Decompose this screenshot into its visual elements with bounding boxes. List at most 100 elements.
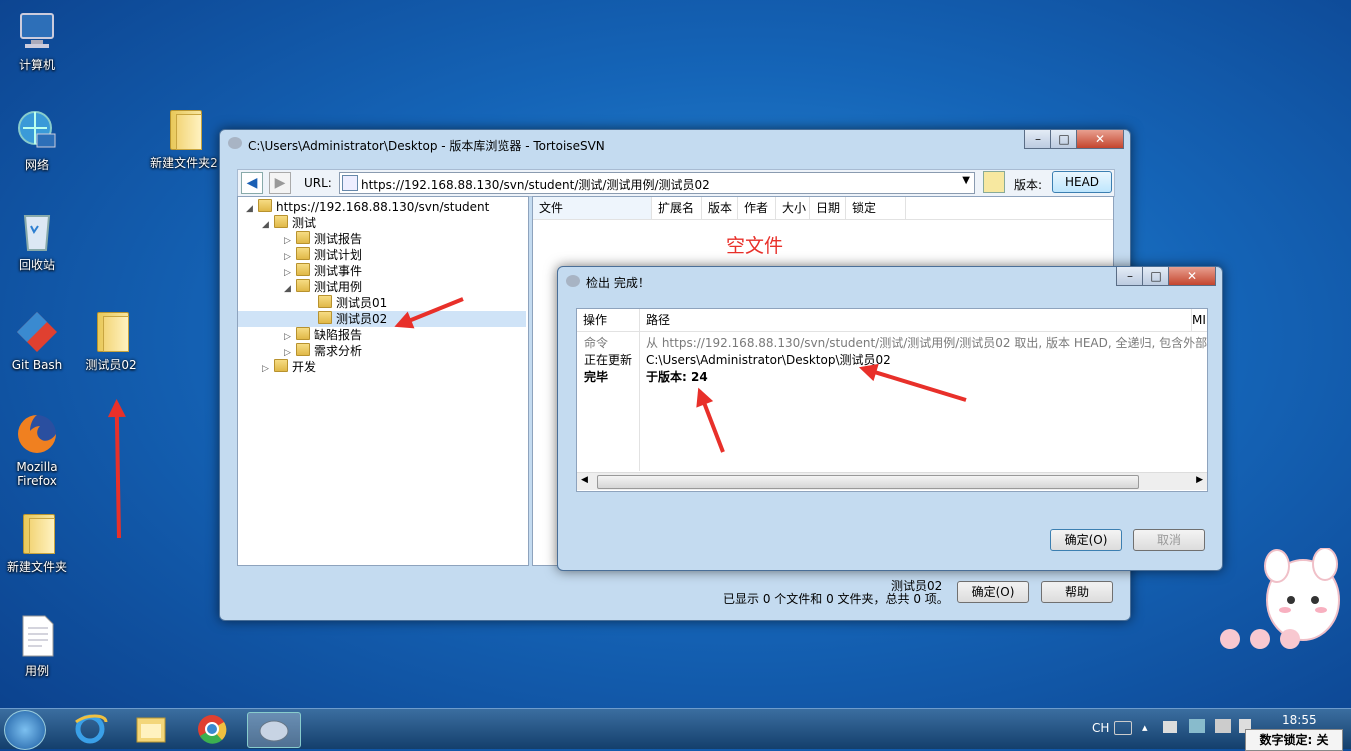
tortoisesvn-taskbar-icon[interactable] [247, 712, 301, 748]
tortoisesvn-icon [228, 137, 242, 149]
tortoisesvn-icon [566, 275, 580, 287]
folder-icon [318, 295, 332, 308]
col-header[interactable]: 扩展名 [652, 197, 702, 219]
forward-icon[interactable]: ▶ [269, 172, 291, 194]
tree-item[interactable]: ▷ 测试事件 [238, 263, 526, 279]
desktop-icon-document[interactable]: 用例 [2, 614, 72, 679]
volume-icon[interactable] [1215, 719, 1231, 733]
folder-icon [93, 310, 129, 352]
log-path: 于版本: 24 [646, 370, 708, 384]
network-status-icon[interactable] [1189, 719, 1205, 733]
tree-item[interactable]: ▷ 测试计划 [238, 247, 526, 263]
tree-item-label: 测试事件 [314, 264, 363, 278]
start-button[interactable] [4, 710, 46, 750]
refresh-icon[interactable] [983, 171, 1005, 193]
status-text: 已显示 0 个文件和 0 文件夹，总共 0 项。 [723, 592, 949, 606]
col-header-action[interactable]: 操作 [577, 309, 640, 331]
col-header[interactable]: 文件 [533, 197, 652, 219]
checkout-titlebar[interactable]: 检出 完成！ – □ ✕ [558, 267, 1222, 295]
col-header[interactable]: 大小 [776, 197, 810, 219]
desktop-icon-new-folder-2[interactable]: 新建文件夹2 [146, 108, 222, 171]
repo-browser-titlebar[interactable]: C:\Users\Administrator\Desktop - 版本库浏览器 … [220, 130, 1130, 158]
col-header[interactable]: 作者 [738, 197, 776, 219]
version-button[interactable]: HEAD [1052, 171, 1112, 193]
desktop-icon-new-folder[interactable]: 新建文件夹 [2, 512, 72, 575]
log-row[interactable]: 命令 从 https://192.168.88.130/svn/student/… [577, 334, 1207, 350]
keyboard-icon[interactable] [1114, 721, 1132, 735]
desktop-icon-git-bash[interactable]: Git Bash [2, 310, 72, 372]
close-button[interactable]: ✕ [1168, 267, 1216, 286]
file-explorer-icon[interactable] [125, 712, 177, 746]
folder-icon [19, 512, 55, 554]
tray-expand-icon[interactable]: ▴ [1142, 721, 1148, 734]
tree-item[interactable]: 测试员02 [238, 311, 526, 327]
tree-item[interactable]: ▷ 需求分析 [238, 343, 526, 359]
tree-item[interactable]: ▷ 开发 [238, 359, 526, 375]
minimize-button[interactable]: – [1116, 267, 1144, 286]
close-button[interactable]: ✕ [1076, 130, 1124, 149]
col-header[interactable]: 锁定 [846, 197, 906, 219]
clock-time[interactable]: 18:55 [1282, 713, 1317, 727]
tree-item[interactable]: ▷ 缺陷报告 [238, 327, 526, 343]
tree-item-label: https://192.168.88.130/svn/student [276, 200, 490, 214]
maximize-button[interactable]: □ [1142, 267, 1170, 286]
desktop-icon-label: 测试员02 [85, 358, 137, 372]
desktop-icon-computer[interactable]: 计算机 [2, 8, 72, 73]
dialog-cancel-button[interactable]: 取消 [1133, 529, 1205, 551]
repo-tree-panel[interactable]: ◢ https://192.168.88.130/svn/student ◢ 测试 ▷ 测… [237, 196, 529, 566]
url-label: URL: [304, 176, 332, 190]
help-button[interactable]: 帮助 [1041, 581, 1113, 603]
folder-icon [274, 215, 288, 228]
desktop-icon-network[interactable]: 网络 [2, 108, 72, 173]
firefox-icon [15, 412, 59, 456]
col-header-path[interactable]: 路径 [640, 309, 1192, 331]
tree-expander-icon[interactable]: ▷ [262, 361, 274, 377]
tree-item[interactable]: ◢ https://192.168.88.130/svn/student [238, 199, 526, 215]
chevron-down-icon[interactable]: ▼ [962, 175, 970, 186]
log-row[interactable]: 正在更新 C:\Users\Administrator\Desktop\测试员0… [577, 351, 1207, 367]
dialog-ok-button[interactable]: 确定(O) [1050, 529, 1122, 551]
chrome-icon[interactable] [186, 712, 238, 746]
log-path: C:\Users\Administrator\Desktop\测试员02 [646, 353, 891, 367]
tree-item-label: 测试计划 [314, 248, 363, 262]
maximize-button[interactable]: □ [1050, 130, 1078, 149]
ie-page-icon [342, 175, 358, 191]
desktop-icon-firefox[interactable]: Mozilla Firefox [2, 412, 72, 488]
tree-item-label: 测试员01 [336, 296, 388, 310]
tree-item[interactable]: 测试员01 [238, 295, 526, 311]
document-icon [15, 614, 59, 658]
col-header-mime[interactable]: MI [1189, 309, 1207, 331]
desktop-icon-label: 回收站 [18, 258, 55, 272]
desktop-icon-label: 网络 [24, 158, 49, 172]
scroll-right-icon[interactable]: ▶ [1196, 475, 1203, 485]
folder-icon [296, 327, 310, 340]
horizontal-scrollbar[interactable]: ◀ ▶ [577, 472, 1207, 490]
tree-item[interactable]: ▷ 测试报告 [238, 231, 526, 247]
taskbar: CH ▴ 18:55 数字锁定: 关 [0, 708, 1351, 751]
desktop-icon-tester02-folder[interactable]: 测试员02 [76, 310, 146, 373]
url-combobox[interactable]: https://192.168.88.130/svn/student/测试/测试… [339, 172, 975, 194]
tree-item[interactable]: ◢ 测试用例 [238, 279, 526, 295]
col-header[interactable]: 版本 [702, 197, 738, 219]
tree-item-label: 测试员02 [336, 312, 388, 326]
ok-button[interactable]: 确定(O) [957, 581, 1029, 603]
desktop-icon-label: 计算机 [18, 58, 55, 72]
log-action: 命令 [584, 336, 609, 350]
checkout-log-list[interactable]: 操作 路径 MI 命令 从 https://192.168.88.130/svn… [576, 308, 1208, 492]
annotation-arrow [114, 402, 121, 539]
log-header: 操作 路径 MI [577, 309, 1207, 332]
scrollbar-thumb[interactable] [597, 475, 1139, 489]
language-indicator[interactable]: CH [1092, 721, 1109, 735]
tree-item-label: 需求分析 [314, 344, 363, 358]
log-path: 从 https://192.168.88.130/svn/student/测试/… [646, 336, 1208, 350]
tree-item-label: 开发 [292, 360, 317, 374]
tray-app-icon[interactable] [1163, 721, 1177, 733]
tree-item[interactable]: ◢ 测试 [238, 215, 526, 231]
minimize-button[interactable]: – [1024, 130, 1052, 149]
scroll-left-icon[interactable]: ◀ [581, 475, 588, 485]
ie-icon[interactable] [64, 712, 116, 746]
desktop-icon-recycle-bin[interactable]: 回收站 [2, 208, 72, 273]
back-icon[interactable]: ◀ [241, 172, 263, 194]
tree-item-label: 测试用例 [314, 280, 363, 294]
col-header[interactable]: 日期 [810, 197, 846, 219]
